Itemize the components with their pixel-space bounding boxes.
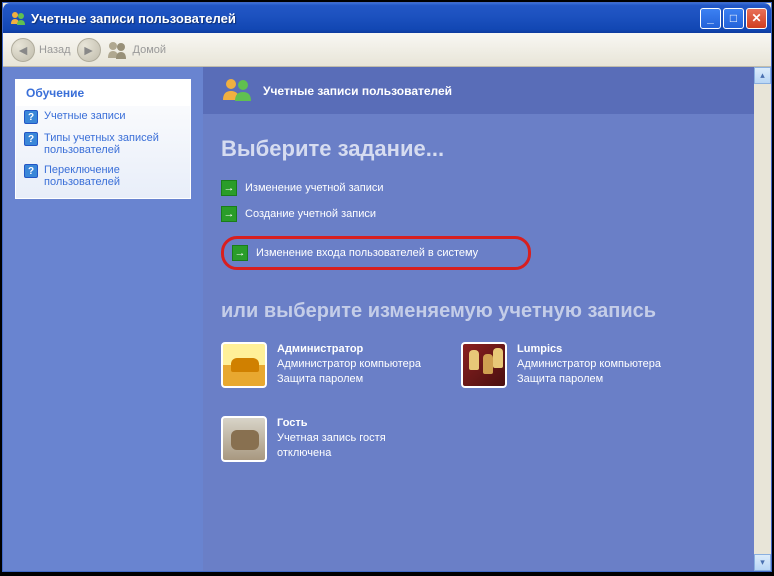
- sidebar-item-label: Переключение пользователей: [44, 164, 180, 188]
- account-status: Защита паролем: [277, 372, 421, 387]
- forward-icon: ►: [77, 38, 101, 62]
- forward-button[interactable]: ►: [77, 38, 101, 62]
- task-create-account[interactable]: → Создание учетной записи: [221, 206, 753, 222]
- account-guest[interactable]: Гость Учетная запись гостя отключена: [221, 416, 431, 462]
- highlighted-task: → Изменение входа пользователей в систем…: [221, 236, 531, 270]
- sidebar-item-switch-users[interactable]: ? Переключение пользователей: [16, 160, 190, 198]
- scroll-down-button[interactable]: ▾: [754, 554, 771, 571]
- main-header-title: Учетные записи пользователей: [263, 84, 452, 98]
- window: Учетные записи пользователей _ □ ✕ ◄ Наз…: [2, 2, 772, 572]
- task-label: Создание учетной записи: [245, 208, 376, 220]
- sidebar-header: Обучение: [16, 80, 190, 106]
- account-administrator[interactable]: Администратор Администратор компьютера З…: [221, 342, 431, 388]
- avatar: [461, 342, 507, 388]
- account-info: Администратор Администратор компьютера З…: [277, 342, 421, 388]
- main-panel: Учетные записи пользователей Выберите за…: [203, 67, 771, 571]
- close-button[interactable]: ✕: [746, 8, 767, 29]
- toolbar: ◄ Назад ► Домой: [3, 33, 771, 67]
- account-heading: или выберите изменяемую учетную запись: [221, 298, 753, 324]
- account-status: Защита паролем: [517, 372, 661, 387]
- sidebar-item-accounts[interactable]: ? Учетные записи: [16, 106, 190, 128]
- task-change-logon[interactable]: → Изменение входа пользователей в систем…: [232, 245, 478, 261]
- avatar: [221, 342, 267, 388]
- home-label: Домой: [133, 44, 167, 56]
- account-name: Гость: [277, 416, 431, 431]
- help-icon: ?: [24, 110, 38, 124]
- account-info: Гость Учетная запись гостя отключена: [277, 416, 431, 462]
- scrollbar[interactable]: ▴ ▾: [754, 67, 771, 571]
- task-change-account[interactable]: → Изменение учетной записи: [221, 180, 753, 196]
- main-header: Учетные записи пользователей: [203, 67, 771, 114]
- task-label: Изменение входа пользователей в систему: [256, 247, 478, 259]
- account-lumpics[interactable]: Lumpics Администратор компьютера Защита …: [461, 342, 671, 388]
- back-button[interactable]: ◄ Назад: [11, 38, 71, 62]
- account-name: Администратор: [277, 342, 421, 357]
- titlebar[interactable]: Учетные записи пользователей _ □ ✕: [3, 3, 771, 33]
- accounts-list: Администратор Администратор компьютера З…: [221, 342, 753, 462]
- scroll-track[interactable]: [754, 84, 771, 554]
- sidebar-item-label: Учетные записи: [44, 110, 126, 122]
- arrow-icon: →: [232, 245, 248, 261]
- back-label: Назад: [39, 44, 71, 56]
- task-label: Изменение учетной записи: [245, 182, 384, 194]
- account-info: Lumpics Администратор компьютера Защита …: [517, 342, 661, 388]
- content-area: Обучение ? Учетные записи ? Типы учетных…: [3, 67, 771, 571]
- sidebar-panel: Обучение ? Учетные записи ? Типы учетных…: [15, 79, 191, 199]
- avatar: [221, 416, 267, 462]
- minimize-button[interactable]: _: [700, 8, 721, 29]
- account-role: Администратор компьютера: [517, 357, 661, 372]
- arrow-icon: →: [221, 180, 237, 196]
- account-role: Учетная запись гостя отключена: [277, 431, 431, 461]
- users-icon: [10, 10, 26, 26]
- task-heading: Выберите задание...: [221, 136, 753, 162]
- users-icon: [221, 77, 253, 104]
- help-icon: ?: [24, 132, 38, 146]
- arrow-icon: →: [221, 206, 237, 222]
- account-name: Lumpics: [517, 342, 661, 357]
- account-role: Администратор компьютера: [277, 357, 421, 372]
- main-content: Выберите задание... → Изменение учетной …: [203, 136, 771, 472]
- maximize-button[interactable]: □: [723, 8, 744, 29]
- window-title: Учетные записи пользователей: [31, 11, 700, 26]
- help-icon: ?: [24, 164, 38, 178]
- back-icon: ◄: [11, 38, 35, 62]
- home-button[interactable]: Домой: [107, 41, 167, 59]
- home-icon: [107, 41, 129, 59]
- sidebar-item-label: Типы учетных записей пользователей: [44, 132, 180, 156]
- scroll-up-button[interactable]: ▴: [754, 67, 771, 84]
- sidebar-item-account-types[interactable]: ? Типы учетных записей пользователей: [16, 128, 190, 160]
- window-controls: _ □ ✕: [700, 8, 767, 29]
- sidebar: Обучение ? Учетные записи ? Типы учетных…: [3, 67, 203, 571]
